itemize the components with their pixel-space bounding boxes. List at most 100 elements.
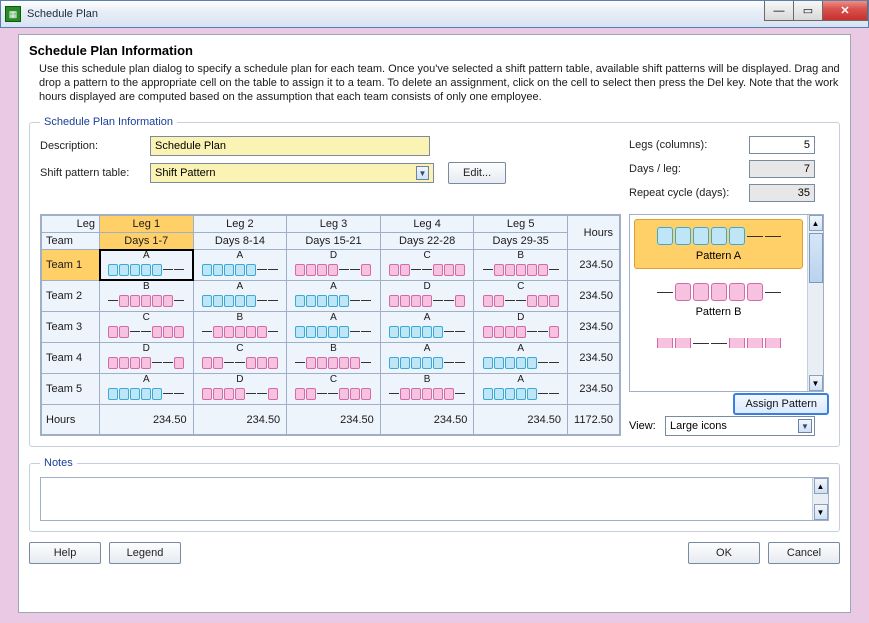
leg-header[interactable]: Leg 5 bbox=[474, 216, 568, 233]
pattern-card-a[interactable]: Pattern A bbox=[634, 219, 803, 269]
leg-days-header[interactable]: Days 8-14 bbox=[193, 233, 287, 250]
window-maximize-button[interactable]: ▭ bbox=[793, 1, 823, 21]
view-value: Large icons bbox=[670, 420, 727, 432]
cancel-button[interactable]: Cancel bbox=[768, 542, 840, 564]
team-header-cell[interactable]: Team 1 bbox=[42, 250, 100, 281]
column-hours-cell: 234.50 bbox=[193, 405, 287, 435]
legs-label: Legs (columns): bbox=[629, 139, 749, 151]
scroll-down-icon[interactable]: ▼ bbox=[814, 504, 828, 520]
repeat-cycle-readonly bbox=[749, 184, 815, 202]
column-hours-cell: 234.50 bbox=[474, 405, 568, 435]
shift-pattern-table-select[interactable]: Shift Pattern ▼ bbox=[150, 163, 434, 183]
window-title: Schedule Plan bbox=[27, 8, 98, 20]
assignment-cell[interactable]: A bbox=[380, 312, 474, 343]
leg-days-header[interactable]: Days 15-21 bbox=[287, 233, 381, 250]
edit-button[interactable]: Edit... bbox=[448, 162, 506, 184]
assignment-cell[interactable]: A bbox=[474, 343, 568, 374]
assignment-cell[interactable]: A bbox=[287, 281, 381, 312]
scroll-up-icon[interactable]: ▲ bbox=[809, 215, 823, 231]
total-hours-cell: 1172.50 bbox=[568, 405, 620, 435]
app-icon: ▦ bbox=[5, 6, 21, 22]
chevron-down-icon: ▼ bbox=[416, 166, 429, 180]
assignment-cell[interactable]: C bbox=[474, 281, 568, 312]
group-legend: Schedule Plan Information bbox=[40, 116, 177, 128]
help-button[interactable]: Help bbox=[29, 542, 101, 564]
team-header-cell[interactable]: Team 2 bbox=[42, 281, 100, 312]
pattern-card-c[interactable] bbox=[634, 331, 803, 355]
window-minimize-button[interactable]: — bbox=[764, 1, 794, 21]
team-header-cell[interactable]: Team 5 bbox=[42, 374, 100, 405]
leg-header[interactable]: Leg 4 bbox=[380, 216, 474, 233]
scroll-up-icon[interactable]: ▲ bbox=[814, 478, 828, 494]
intro-text: Use this schedule plan dialog to specify… bbox=[39, 62, 840, 104]
shift-pattern-table-label: Shift pattern table: bbox=[40, 167, 150, 179]
team-hours-cell: 234.50 bbox=[568, 312, 620, 343]
hours-row-label: Hours bbox=[42, 405, 100, 435]
ok-button[interactable]: OK bbox=[688, 542, 760, 564]
page-title: Schedule Plan Information bbox=[29, 43, 840, 58]
assignment-cell[interactable]: A bbox=[380, 343, 474, 374]
dialog-button-bar: Help Legend OK Cancel bbox=[29, 542, 840, 564]
assignment-cell[interactable]: D bbox=[287, 250, 381, 281]
picker-scrollbar[interactable]: ▲ ▼ bbox=[807, 215, 823, 391]
team-header-cell[interactable]: Team 3 bbox=[42, 312, 100, 343]
assignment-cell[interactable]: A bbox=[474, 374, 568, 405]
assign-pattern-button[interactable]: Assign Pattern bbox=[733, 393, 829, 415]
scroll-down-icon[interactable]: ▼ bbox=[809, 375, 823, 391]
assignment-cell[interactable]: C bbox=[193, 343, 287, 374]
pattern-picker[interactable]: Pattern A Pattern B ▲ ▼ bbox=[629, 214, 824, 392]
notes-textarea[interactable]: ▲ ▼ bbox=[40, 477, 829, 521]
assignment-cell[interactable]: C bbox=[100, 312, 194, 343]
assignment-cell[interactable]: D bbox=[474, 312, 568, 343]
view-select[interactable]: Large icons ▼ bbox=[665, 416, 815, 436]
window-close-button[interactable]: ✕ bbox=[822, 1, 868, 21]
pattern-card-b[interactable]: Pattern B bbox=[634, 275, 803, 325]
team-hours-cell: 234.50 bbox=[568, 281, 620, 312]
assignment-cell[interactable]: A bbox=[287, 312, 381, 343]
leg-header[interactable]: Leg 3 bbox=[287, 216, 381, 233]
assignment-cell[interactable]: B bbox=[474, 250, 568, 281]
dialog-body: Schedule Plan Information Use this sched… bbox=[18, 34, 851, 613]
assignment-cell[interactable]: A bbox=[193, 281, 287, 312]
view-label: View: bbox=[629, 420, 665, 432]
description-input[interactable] bbox=[150, 136, 430, 156]
assignment-cell[interactable]: D bbox=[380, 281, 474, 312]
legend-button[interactable]: Legend bbox=[109, 542, 181, 564]
scroll-thumb[interactable] bbox=[809, 233, 823, 283]
team-hours-cell: 234.50 bbox=[568, 374, 620, 405]
days-per-leg-label: Days / leg: bbox=[629, 163, 749, 175]
leg-days-header[interactable]: Days 22-28 bbox=[380, 233, 474, 250]
assignment-cell[interactable]: C bbox=[380, 250, 474, 281]
description-label: Description: bbox=[40, 140, 150, 152]
team-hours-cell: 234.50 bbox=[568, 250, 620, 281]
assignment-cell[interactable]: A bbox=[193, 250, 287, 281]
assignment-cell[interactable]: A bbox=[100, 374, 194, 405]
leg-header[interactable]: Leg 2 bbox=[193, 216, 287, 233]
column-hours-cell: 234.50 bbox=[100, 405, 194, 435]
assignment-cell[interactable]: B bbox=[287, 343, 381, 374]
team-hours-cell: 234.50 bbox=[568, 343, 620, 374]
pattern-name: Pattern A bbox=[639, 250, 798, 262]
schedule-plan-info-group: Schedule Plan Information Description: S… bbox=[29, 116, 840, 447]
assignment-grid[interactable]: LegLeg 1Leg 2Leg 3Leg 4Leg 5HoursTeamDay… bbox=[40, 214, 621, 436]
assignment-cell[interactable]: C bbox=[287, 374, 381, 405]
leg-days-header[interactable]: Days 1-7 bbox=[100, 233, 194, 250]
assignment-cell[interactable]: B bbox=[193, 312, 287, 343]
window-titlebar: ▦ Schedule Plan — ▭ ✕ bbox=[0, 0, 869, 28]
team-header-cell[interactable]: Team 4 bbox=[42, 343, 100, 374]
assignment-cell[interactable]: D bbox=[193, 374, 287, 405]
assignment-cell[interactable]: D bbox=[100, 343, 194, 374]
pattern-name: Pattern B bbox=[639, 306, 798, 318]
repeat-cycle-label: Repeat cycle (days): bbox=[629, 187, 749, 199]
assignment-cell[interactable]: A bbox=[100, 250, 194, 281]
notes-group: Notes ▲ ▼ bbox=[29, 457, 840, 532]
assignment-cell[interactable]: B bbox=[100, 281, 194, 312]
legs-input[interactable] bbox=[749, 136, 815, 154]
notes-legend: Notes bbox=[40, 457, 77, 469]
leg-header[interactable]: Leg 1 bbox=[100, 216, 194, 233]
assignment-cell[interactable]: B bbox=[380, 374, 474, 405]
leg-days-header[interactable]: Days 29-35 bbox=[474, 233, 568, 250]
chevron-down-icon: ▼ bbox=[798, 419, 812, 433]
column-hours-cell: 234.50 bbox=[380, 405, 474, 435]
notes-scrollbar[interactable]: ▲ ▼ bbox=[812, 478, 828, 520]
